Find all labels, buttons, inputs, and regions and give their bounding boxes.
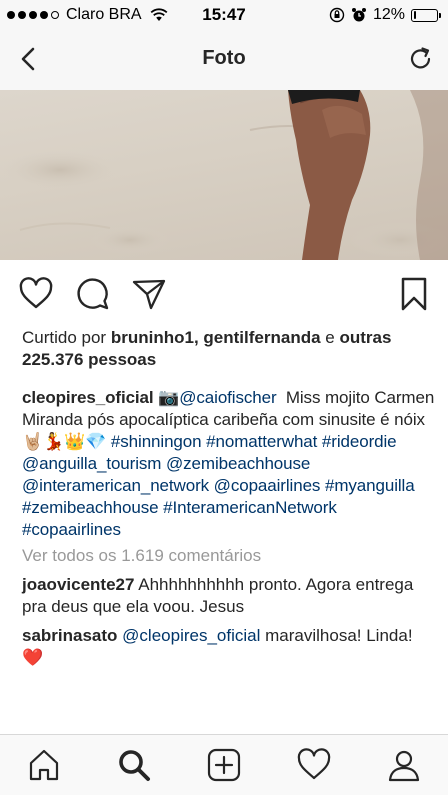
activity-heart-icon[interactable] [296, 747, 332, 783]
liker-link[interactable]: gentilfernanda [203, 328, 320, 347]
status-bar: Claro BRA 15:47 12% [0, 0, 448, 30]
profile-icon[interactable] [386, 747, 422, 783]
mention-tag[interactable]: @interamerican_network [22, 476, 209, 495]
heart-outline-icon[interactable] [18, 276, 54, 312]
navigation-bar: Foto [0, 30, 448, 90]
comment-mention[interactable]: @cleopires_oficial [122, 626, 260, 645]
tab-bar [0, 734, 448, 795]
refresh-icon[interactable] [406, 44, 436, 74]
caption-mention[interactable]: @caiofischer [179, 388, 276, 407]
comment-item: sabrinasato @cleopires_oficial maravilho… [22, 625, 436, 669]
view-all-comments-link[interactable]: Ver todos os 1.619 comentários [22, 545, 436, 567]
battery-percent: 12% [372, 6, 405, 23]
comment-text: maravilhosa! Linda! [265, 626, 413, 645]
add-icon[interactable] [206, 747, 242, 783]
paper-plane-icon[interactable] [131, 276, 167, 312]
camera-emoji: 📷 [158, 388, 180, 407]
hashtag[interactable]: #shinningon [111, 432, 202, 451]
battery-level [413, 11, 417, 19]
orientation-lock-icon [329, 7, 345, 23]
alarm-icon [351, 8, 366, 22]
mention-tag[interactable]: @zemibeachhouse [166, 454, 310, 473]
post-details: Curtido por bruninho1, gentilfernanda e … [22, 327, 436, 669]
caption-emojis: 🤘🏼💃👑💎 [22, 432, 107, 451]
caption-author[interactable]: cleopires_oficial [22, 388, 154, 407]
comment-author[interactable]: joaovicente27 [22, 575, 134, 594]
speech-bubble-icon[interactable] [75, 276, 111, 312]
home-icon[interactable] [26, 747, 62, 783]
comment-author[interactable]: sabrinasato [22, 626, 117, 645]
search-icon[interactable] [116, 747, 152, 783]
comment-item: joaovicente27 Ahhhhhhhhhh pronto. Agora … [22, 574, 436, 618]
mention-tag[interactable]: @anguilla_tourism [22, 454, 161, 473]
page-title: Foto [202, 47, 246, 69]
heart-emoji: ❤️ [22, 648, 44, 667]
hashtag[interactable]: #nomatterwhat [206, 432, 317, 451]
likes-connector: e [325, 328, 335, 347]
hashtag[interactable]: #rideordie [322, 432, 397, 451]
caption: cleopires_oficial 📷@caiofischer Miss moj… [22, 387, 436, 541]
hashtag[interactable]: #myanguilla [325, 476, 415, 495]
likes-summary: Curtido por bruninho1, gentilfernanda e … [22, 328, 392, 369]
hashtag[interactable]: #zemibeachhouse [22, 498, 159, 517]
bookmark-icon[interactable] [396, 276, 432, 312]
mention-tag[interactable]: @copaairlines [214, 476, 321, 495]
post-actions [0, 276, 448, 316]
post-photo[interactable] [0, 90, 448, 260]
hashtag[interactable]: #copaairlines [22, 520, 121, 539]
liker-link[interactable]: bruninho1 [111, 328, 194, 347]
beach-photo-image [0, 90, 448, 260]
hashtag[interactable]: #InteramericanNetwork [163, 498, 337, 517]
likes-prefix: Curtido por [22, 328, 107, 347]
battery-icon [411, 8, 441, 22]
